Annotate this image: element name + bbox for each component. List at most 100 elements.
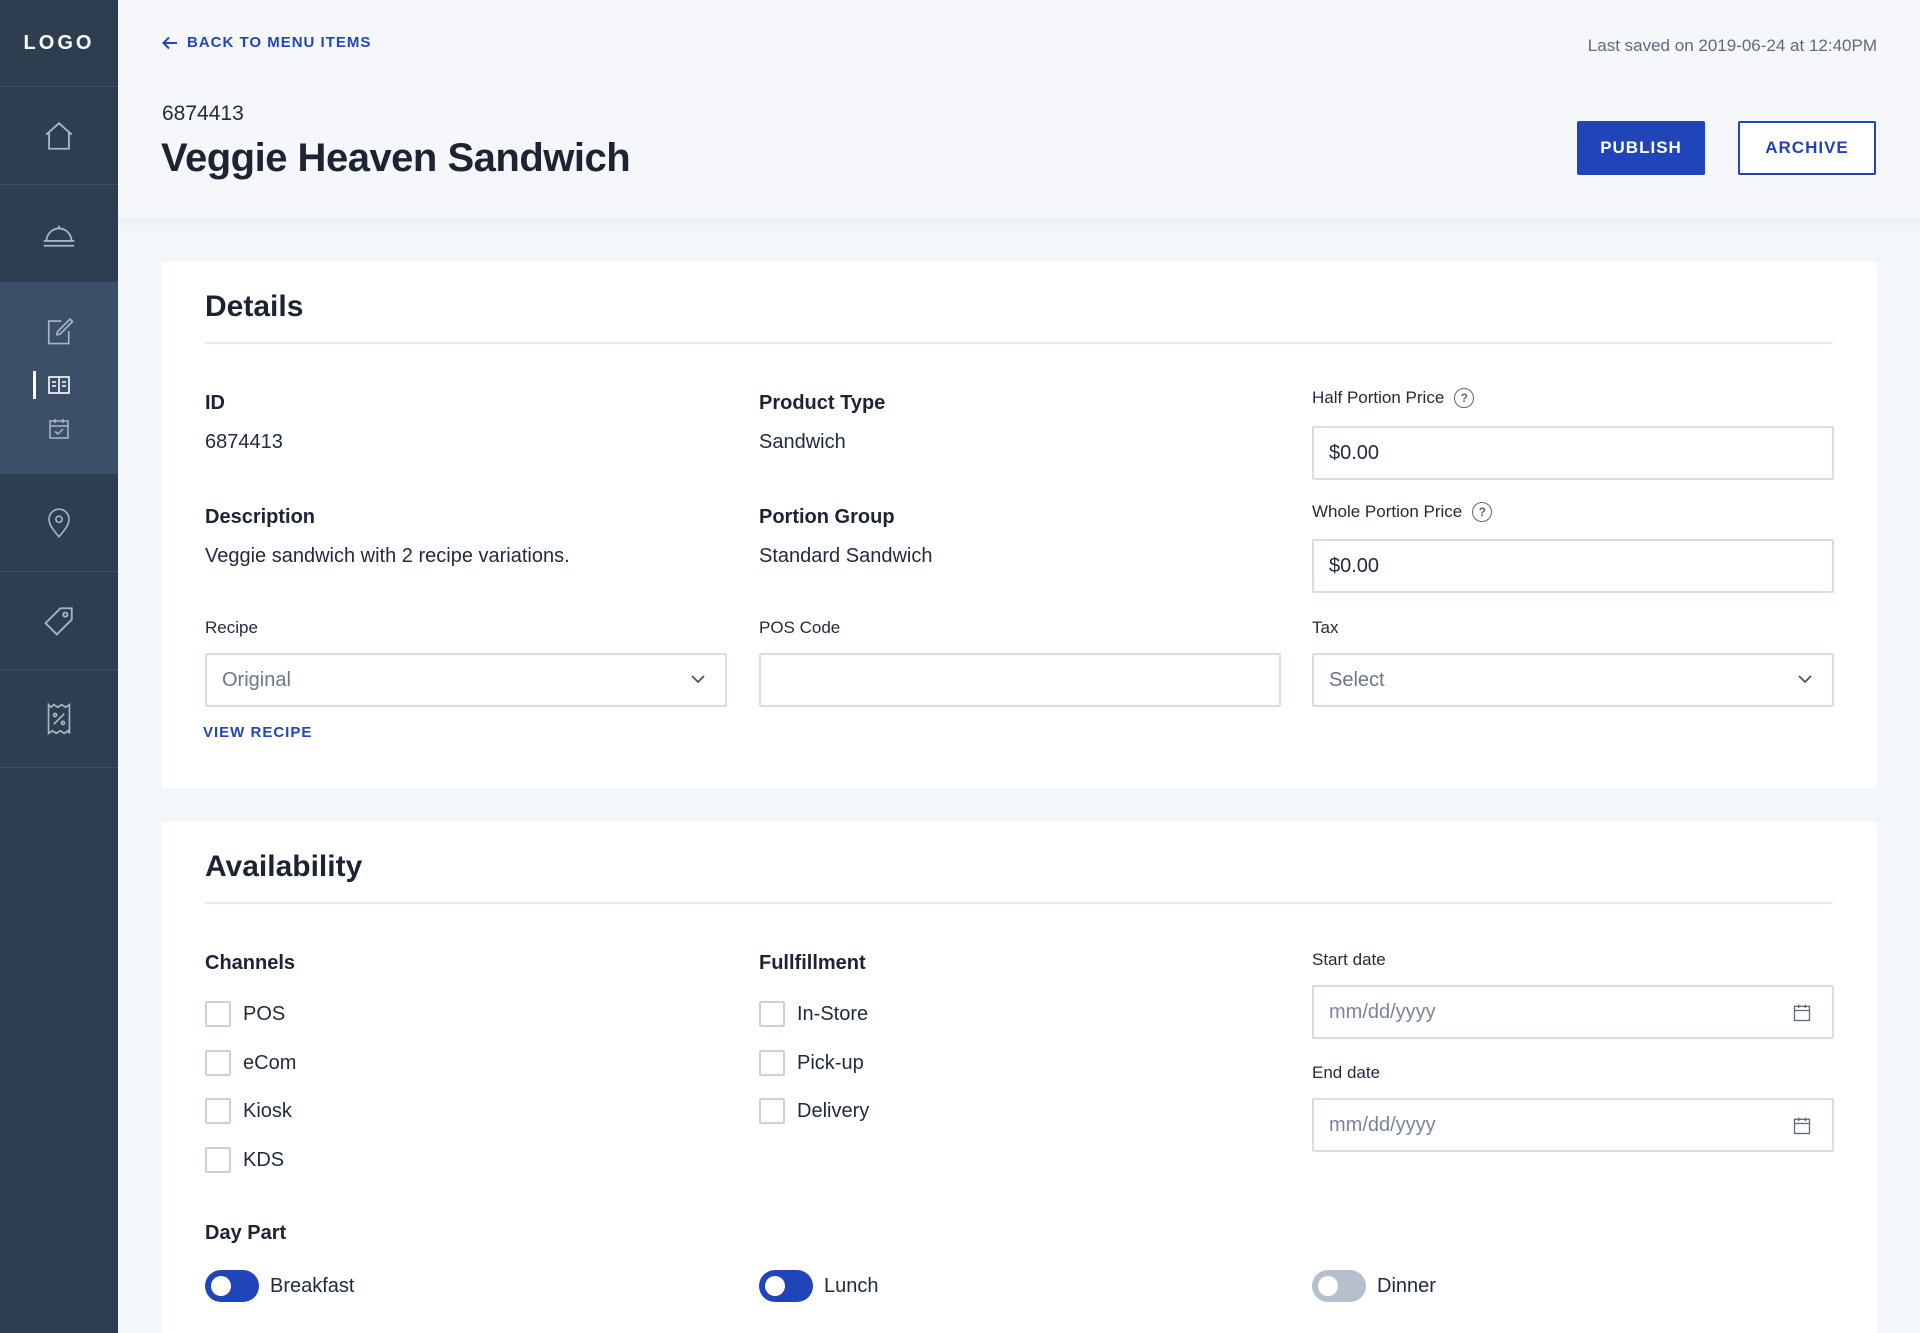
whole-portion-price-input[interactable] bbox=[1312, 539, 1834, 593]
whole-portion-price-label: Whole Portion Price ? bbox=[1312, 502, 1493, 522]
details-title: Details bbox=[205, 290, 304, 323]
tax-select[interactable]: Select bbox=[1312, 653, 1834, 707]
last-saved-status: Last saved on 2019-06-24 at 12:40PM bbox=[1587, 36, 1877, 55]
page-title: Veggie Heaven Sandwich bbox=[161, 136, 631, 180]
sidebar-item-discounts[interactable] bbox=[0, 670, 118, 768]
calendar-icon[interactable] bbox=[1792, 1003, 1812, 1023]
recipe-selected-value: Original bbox=[222, 668, 291, 691]
sidebar-group-menu bbox=[0, 283, 118, 474]
back-link-label: BACK TO MENU ITEMS bbox=[187, 34, 372, 51]
toggle-knob bbox=[1318, 1276, 1338, 1296]
fulfillment-label: Delivery bbox=[797, 1099, 870, 1122]
sidebar-item-tags[interactable] bbox=[0, 572, 118, 670]
sidebar-item-schedule[interactable] bbox=[47, 417, 71, 441]
breakfast-toggle[interactable] bbox=[205, 1270, 259, 1302]
half-portion-price-input[interactable] bbox=[1312, 426, 1834, 480]
checkbox[interactable] bbox=[759, 1098, 785, 1124]
checkbox[interactable] bbox=[205, 1098, 231, 1124]
checkbox[interactable] bbox=[759, 1050, 785, 1076]
checkbox[interactable] bbox=[205, 1001, 231, 1027]
service-bell-icon bbox=[43, 225, 75, 247]
recipe-label: Recipe bbox=[205, 618, 258, 637]
active-indicator bbox=[33, 371, 36, 399]
availability-title: Availability bbox=[205, 850, 363, 883]
sidebar-item-locations[interactable] bbox=[0, 474, 118, 572]
receipt-percent-icon bbox=[47, 702, 71, 735]
day-part-lunch: Lunch bbox=[759, 1270, 879, 1302]
checkbox[interactable] bbox=[205, 1050, 231, 1076]
fulfillment-label: Fullfillment bbox=[759, 952, 866, 974]
home-icon bbox=[45, 121, 73, 150]
sidebar-item-service[interactable] bbox=[0, 185, 118, 283]
day-part-label: Day Part bbox=[205, 1222, 287, 1244]
channel-pos-checkbox[interactable]: POS bbox=[205, 1001, 285, 1027]
half-portion-price-label: Half Portion Price ? bbox=[1312, 388, 1475, 408]
chevron-down-icon bbox=[1798, 675, 1812, 684]
fulfillment-delivery-checkbox[interactable]: Delivery bbox=[759, 1098, 869, 1124]
logo: LOGO bbox=[0, 0, 118, 87]
day-part-label-text: Breakfast bbox=[270, 1274, 355, 1297]
lunch-toggle[interactable] bbox=[759, 1270, 813, 1302]
back-to-menu-items-link[interactable]: BACK TO MENU ITEMS bbox=[162, 34, 371, 51]
whole-portion-price-field[interactable] bbox=[1329, 554, 1817, 578]
tax-selected-value: Select bbox=[1329, 668, 1385, 691]
fulfillment-label: In-Store bbox=[797, 1002, 869, 1025]
pos-code-input[interactable] bbox=[759, 653, 1281, 707]
start-date-input[interactable] bbox=[1312, 985, 1834, 1039]
availability-divider bbox=[205, 902, 1833, 904]
start-date-label: Start date bbox=[1312, 950, 1386, 969]
day-part-label-text: Lunch bbox=[824, 1274, 879, 1297]
item-id: 6874413 bbox=[162, 102, 244, 125]
channel-kiosk-checkbox[interactable]: Kiosk bbox=[205, 1098, 292, 1124]
channel-kds-checkbox[interactable]: KDS bbox=[205, 1147, 284, 1173]
help-icon[interactable]: ? bbox=[1454, 388, 1475, 408]
checkbox[interactable] bbox=[205, 1147, 231, 1173]
sidebar: LOGO bbox=[0, 0, 118, 1333]
chevron-down-icon bbox=[691, 675, 705, 684]
sidebar-item-edit[interactable] bbox=[45, 315, 75, 347]
checkbox[interactable] bbox=[759, 1001, 785, 1027]
availability-card: Availability Channels POS eCom Kiosk KDS… bbox=[162, 822, 1877, 1333]
start-date-field[interactable] bbox=[1329, 1000, 1817, 1024]
fulfillment-in-store-checkbox[interactable]: In-Store bbox=[759, 1001, 868, 1027]
tax-label: Tax bbox=[1312, 618, 1339, 637]
publish-button[interactable]: PUBLISH bbox=[1577, 121, 1705, 175]
id-label: ID bbox=[205, 392, 225, 414]
page-header: BACK TO MENU ITEMS Last saved on 2019-06… bbox=[118, 0, 1920, 218]
product-type-value: Sandwich bbox=[759, 431, 846, 453]
archive-button[interactable]: ARCHIVE bbox=[1738, 121, 1876, 175]
view-recipe-link[interactable]: VIEW RECIPE bbox=[203, 724, 312, 741]
portion-group-value: Standard Sandwich bbox=[759, 545, 933, 567]
half-portion-price-text: Half Portion Price bbox=[1312, 388, 1445, 407]
map-pin-icon bbox=[48, 507, 70, 538]
toggle-knob bbox=[211, 1276, 231, 1296]
id-value: 6874413 bbox=[205, 431, 283, 453]
end-date-input[interactable] bbox=[1312, 1098, 1834, 1152]
channel-ecom-checkbox[interactable]: eCom bbox=[205, 1050, 296, 1076]
help-icon[interactable]: ? bbox=[1472, 502, 1493, 522]
channel-label: eCom bbox=[243, 1051, 297, 1074]
product-type-label: Product Type bbox=[759, 392, 886, 414]
sidebar-item-home[interactable] bbox=[0, 87, 118, 185]
portion-group-label: Portion Group bbox=[759, 506, 895, 528]
dinner-toggle[interactable] bbox=[1312, 1270, 1366, 1302]
edit-icon bbox=[47, 317, 74, 345]
end-date-label: End date bbox=[1312, 1063, 1381, 1082]
day-part-breakfast: Breakfast bbox=[205, 1270, 354, 1302]
fulfillment-pick-up-checkbox[interactable]: Pick-up bbox=[759, 1050, 864, 1076]
details-divider bbox=[205, 342, 1833, 344]
pos-code-label: POS Code bbox=[759, 618, 841, 637]
calendar-check-icon bbox=[49, 419, 69, 439]
description-value: Veggie sandwich with 2 recipe variations… bbox=[205, 545, 570, 567]
end-date-field[interactable] bbox=[1329, 1113, 1817, 1137]
channel-label: Kiosk bbox=[243, 1099, 292, 1122]
calendar-icon[interactable] bbox=[1792, 1116, 1812, 1136]
recipe-select[interactable]: Original bbox=[205, 653, 727, 707]
fulfillment-label: Pick-up bbox=[797, 1051, 864, 1074]
half-portion-price-field[interactable] bbox=[1329, 441, 1817, 465]
pos-code-field[interactable] bbox=[776, 668, 1264, 692]
day-part-dinner: Dinner bbox=[1312, 1270, 1436, 1302]
toggle-knob bbox=[765, 1276, 785, 1296]
book-icon bbox=[48, 376, 70, 394]
sidebar-item-menu-items[interactable] bbox=[47, 374, 71, 396]
